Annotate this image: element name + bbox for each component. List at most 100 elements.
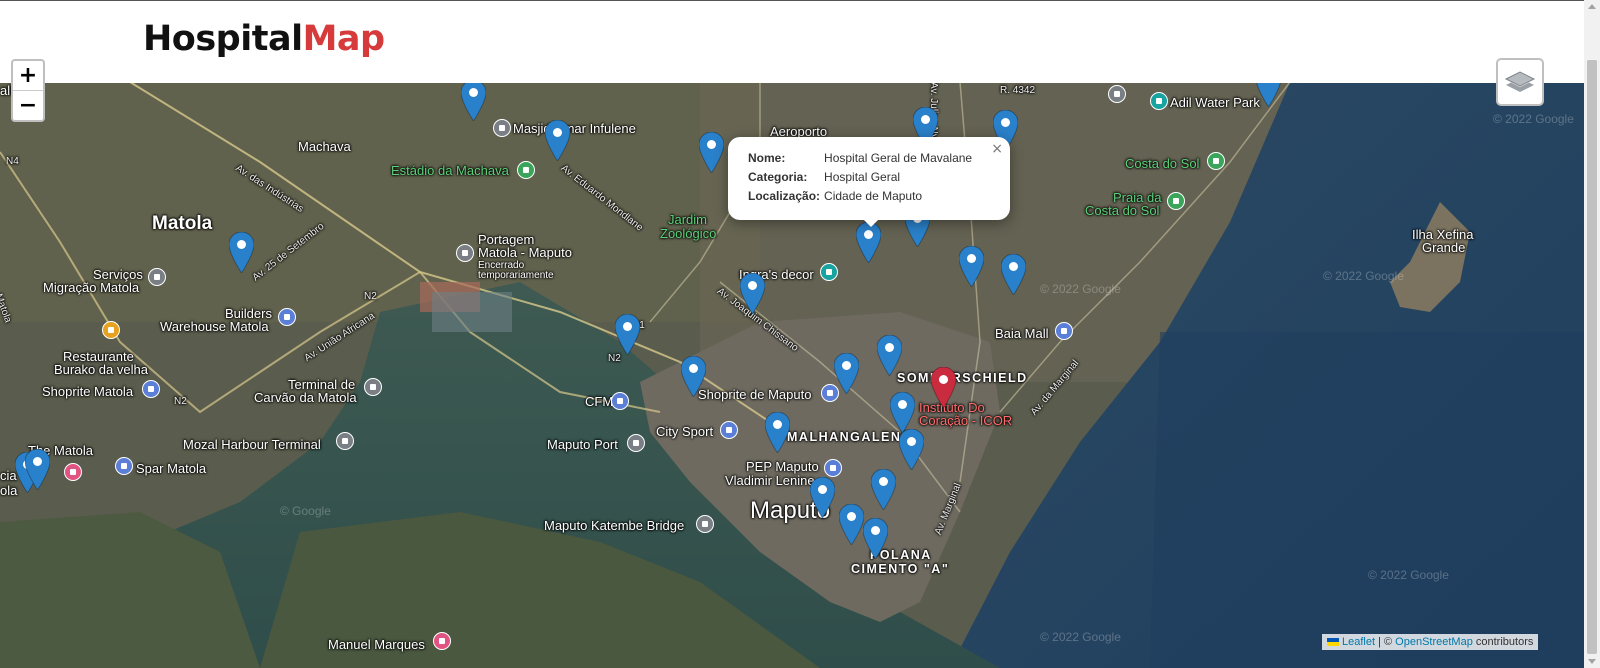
hospital-marker-icon[interactable] (739, 272, 766, 315)
hospital-marker-icon[interactable] (958, 245, 985, 288)
shopping-icon[interactable] (278, 308, 296, 326)
map-label-google4: © 2022 Google (1493, 112, 1574, 126)
map-label-masjid: Masjid Umar Infulene (513, 121, 636, 136)
shop-icon[interactable] (820, 263, 838, 281)
cart-icon[interactable] (115, 457, 133, 475)
port-icon[interactable] (627, 434, 645, 452)
map-label-buraka: Burako da velha (54, 362, 148, 377)
map-label-jardim: Jardim (668, 212, 708, 227)
hotel-icon[interactable] (64, 463, 82, 481)
water-park-icon[interactable] (1150, 92, 1168, 110)
popup-close-button[interactable]: × (991, 141, 1003, 157)
toll-icon[interactable] (456, 244, 474, 262)
selected-hospital-marker-icon[interactable] (930, 366, 957, 409)
map-label-warehouse: Warehouse Matola (160, 319, 269, 334)
hospital-marker-icon[interactable] (898, 428, 925, 471)
map-label-machava: Machava (298, 139, 351, 154)
map-label-temporariamente: temporariamente (478, 270, 554, 281)
layers-control-button[interactable] (1496, 58, 1544, 106)
government-icon[interactable] (148, 268, 166, 286)
hospital-marker-icon[interactable] (862, 517, 889, 560)
map-label-zoologico: Zoológico (660, 226, 717, 241)
road-label-n2: N2 (364, 291, 377, 302)
map-label-maputo-port: Maputo Port (547, 437, 618, 452)
restaurant-icon[interactable] (102, 321, 120, 339)
popup-details-table: Nome: Hospital Geral de Mavalane Categor… (746, 150, 974, 207)
map-label-city-sport: City Sport (656, 424, 714, 439)
zoom-out-button[interactable]: − (13, 91, 43, 120)
hospital-marker-icon[interactable] (876, 334, 903, 377)
leaflet-link[interactable]: Leaflet (1342, 636, 1375, 648)
app-header: HospitalMap (0, 0, 1584, 83)
scroll-down-arrow-icon[interactable] (1588, 659, 1596, 664)
hospital-marker-icon[interactable] (614, 313, 641, 356)
bridge-icon[interactable] (696, 515, 714, 533)
map-label-portagem2: Matola - Maputo (478, 245, 572, 260)
layers-icon (1504, 71, 1536, 92)
map-label-katembe: Maputo Katembe Bridge (544, 518, 685, 533)
popup-row: Categoria: Hospital Geral (746, 169, 974, 188)
park-icon[interactable] (1207, 152, 1225, 170)
hospital-marker-icon[interactable] (1255, 82, 1282, 108)
hospital-marker-icon[interactable] (870, 468, 897, 511)
hospital-marker-icon[interactable] (544, 119, 571, 162)
map-label-adil: Adil Water Park (1170, 95, 1260, 110)
scroll-thumb[interactable] (1587, 60, 1597, 654)
map-label-google2: © 2022 Google (1368, 568, 1449, 582)
hospital-marker-icon[interactable] (460, 82, 487, 122)
beach-icon[interactable] (1167, 192, 1185, 210)
stadium-icon[interactable] (517, 161, 535, 179)
map-label-google3: © 2022 Google (1040, 630, 1121, 644)
hospital-marker-icon[interactable] (24, 448, 51, 491)
map-container[interactable]: Machava Masjid Umar Infulene Estádio da … (0, 82, 1584, 668)
hospital-marker-icon[interactable] (855, 221, 882, 264)
cart-icon[interactable] (142, 380, 160, 398)
popup-value: Cidade de Maputo (824, 189, 923, 203)
page-scrollbar[interactable] (1584, 0, 1600, 668)
popup-row: Localização: Cidade de Maputo (746, 188, 974, 207)
shopping-icon[interactable] (824, 459, 842, 477)
hospital-marker-icon[interactable] (228, 231, 255, 274)
terminal-icon[interactable] (364, 378, 382, 396)
map-label-sommerschield: SOMMERSCHIELD (897, 371, 1028, 385)
hospital-marker-icon[interactable] (1000, 253, 1027, 296)
map-label-costa-sol2: Costa do Sol (1085, 203, 1160, 218)
hospital-popup: × Nome: Hospital Geral de Mavalane Categ… (728, 137, 1010, 227)
app-logo[interactable]: HospitalMap (143, 19, 385, 59)
map-label-spar: Spar Matola (136, 461, 207, 476)
popup-key: Localização: (748, 189, 821, 203)
zoom-in-button[interactable]: + (13, 61, 43, 91)
school-icon[interactable] (1108, 85, 1126, 103)
map-label-grande: Grande (1422, 240, 1466, 255)
hospital-marker-icon[interactable] (764, 411, 791, 454)
popup-value: Hospital Geral de Mavalane (824, 151, 973, 165)
hospital-marker-icon[interactable] (889, 391, 916, 434)
hotel-icon[interactable] (433, 632, 451, 650)
map-label-baia: Baia Mall (995, 326, 1049, 341)
hospital-marker-icon[interactable] (809, 476, 836, 519)
mosque-icon[interactable] (493, 119, 511, 137)
map-label-google6: © Google (280, 504, 331, 518)
scroll-up-arrow-icon[interactable] (1588, 4, 1596, 9)
train-icon[interactable] (611, 392, 629, 410)
map-label-cimento: CIMENTO "A" (851, 562, 950, 576)
map-label-migracao: Migração Matola (43, 280, 140, 295)
map-label-google5: © 2022 Google (1040, 282, 1121, 296)
osm-link[interactable]: OpenStreetMap (1395, 636, 1473, 648)
harbour-icon[interactable] (336, 432, 354, 450)
hospital-marker-icon[interactable] (838, 503, 865, 546)
zoom-control: + − (11, 59, 45, 122)
map-label-shoprite-maputo: Shoprite de Maputo (698, 387, 812, 402)
map-label-carvao: Carvão da Matola (254, 390, 357, 405)
hospital-marker-icon[interactable] (698, 131, 725, 174)
map-label-matola: Matola (152, 213, 213, 234)
attribution-suffix: contributors (1472, 636, 1534, 648)
hospital-marker-icon[interactable] (680, 355, 707, 398)
shopping-icon[interactable] (720, 421, 738, 439)
map-label-manuel: Manuel Marques (328, 637, 425, 652)
hospital-marker-icon[interactable] (833, 352, 860, 395)
map-label-mozal: Mozal Harbour Terminal (183, 437, 321, 452)
popup-row: Nome: Hospital Geral de Mavalane (746, 150, 974, 169)
mall-icon[interactable] (1055, 322, 1073, 340)
popup-tip (861, 217, 881, 227)
